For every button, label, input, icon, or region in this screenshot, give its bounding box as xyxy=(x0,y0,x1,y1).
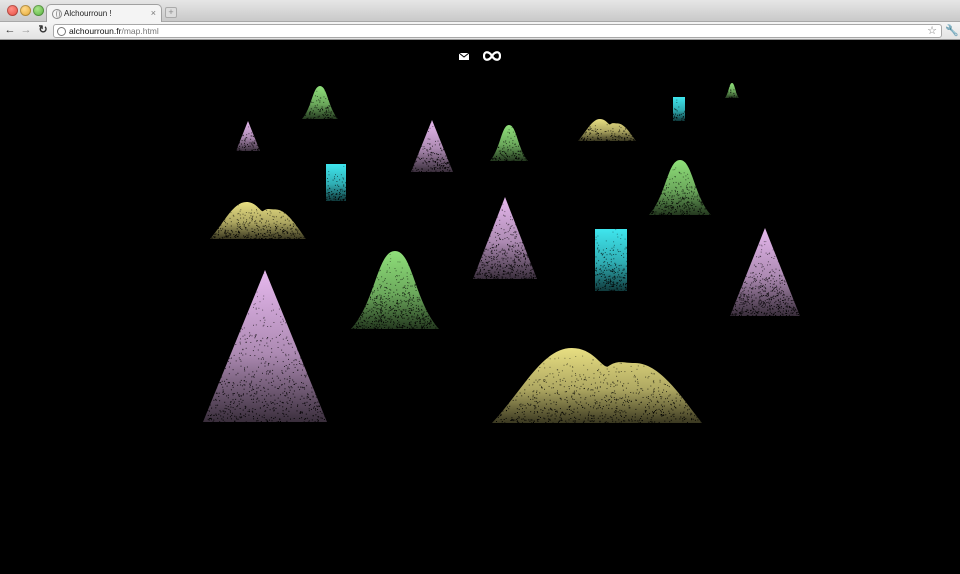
tab-close-icon[interactable]: × xyxy=(151,7,156,19)
right-green-hill xyxy=(649,160,711,215)
address-bar[interactable]: alchourroun.fr/map.html ☆ xyxy=(53,24,942,38)
large-pink-peak xyxy=(203,270,327,422)
address-url[interactable]: alchourroun.fr/map.html xyxy=(69,26,159,37)
wrench-icon[interactable]: 🔧 xyxy=(945,25,959,37)
cyan-bar xyxy=(326,164,346,201)
close-window-button[interactable] xyxy=(7,5,18,16)
large-green-hill xyxy=(351,251,439,329)
forward-arrow-icon[interactable]: → xyxy=(20,24,32,37)
browser-tab[interactable]: Alchourroun ! × xyxy=(46,4,162,23)
back-arrow-icon[interactable]: ← xyxy=(4,24,16,37)
url-domain: alchourroun.fr xyxy=(69,26,122,36)
pink-peak xyxy=(411,120,453,172)
tiny-green-hill-fill xyxy=(725,83,739,98)
minimize-window-button[interactable] xyxy=(20,5,31,16)
browser-toolbar: ← → ↻ alchourroun.fr/map.html ☆ 🔧 xyxy=(0,22,960,40)
small-yellow-twin-hill xyxy=(578,119,636,141)
tiny-cyan-bar xyxy=(673,97,685,121)
small-green-hill xyxy=(302,86,338,119)
tab-title: Alchourroun ! xyxy=(64,9,112,18)
green-hill-fill xyxy=(490,125,528,161)
mountain-map xyxy=(203,83,800,423)
star-icon[interactable]: ☆ xyxy=(927,25,937,37)
center-pink-peak xyxy=(473,197,537,279)
url-path: /map.html xyxy=(121,26,159,36)
large-cyan-bar xyxy=(595,229,627,291)
yellow-twin-hill xyxy=(210,202,306,239)
green-hill xyxy=(490,125,528,161)
tiny-green-hill xyxy=(725,83,739,98)
page-viewport xyxy=(0,41,960,574)
reload-icon[interactable]: ↻ xyxy=(37,24,49,37)
new-tab-button[interactable]: + xyxy=(165,7,177,18)
large-yellow-twin-hill xyxy=(492,348,702,423)
globe-icon xyxy=(52,9,62,19)
globe-icon xyxy=(57,27,66,36)
right-pink-peak xyxy=(730,228,800,316)
small-pink-peak xyxy=(236,121,260,151)
tab-bar: Alchourroun ! × + xyxy=(0,0,960,23)
large-yellow-twin-hill-fill xyxy=(492,348,702,423)
zoom-window-button[interactable] xyxy=(33,5,44,16)
